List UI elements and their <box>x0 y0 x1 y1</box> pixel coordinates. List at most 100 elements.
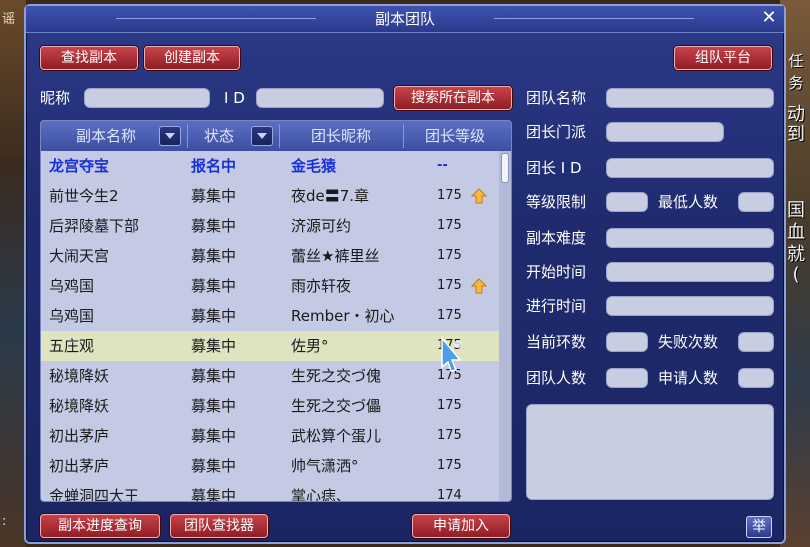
table-row[interactable]: 后羿陵墓下部 募集中 济源可约 175 <box>41 211 499 241</box>
cell-leader-name: 生死之交づ儡 <box>291 397 382 415</box>
chevron-down-icon[interactable] <box>159 126 181 146</box>
cell-leader-level: -- <box>437 158 448 173</box>
window-title-bar[interactable]: 副本团队 <box>26 6 784 33</box>
cell-dungeon-name: 乌鸡国 <box>49 307 95 325</box>
column-divider <box>279 124 280 148</box>
cell-dungeon-name: 前世今生2 <box>49 187 119 205</box>
id-input[interactable] <box>256 88 384 108</box>
apply-join-button[interactable]: 申请加入 <box>412 514 510 538</box>
cell-leader-name: 济源可约 <box>291 217 352 235</box>
cell-status: 募集中 <box>191 277 237 295</box>
cell-leader-name: 帅气潇洒° <box>291 457 359 475</box>
cell-leader-name: Rember・初心 <box>291 307 395 325</box>
column-divider <box>187 124 188 148</box>
fail-count-label: 失败次数 <box>658 333 719 351</box>
column-header-leader-name: 团长昵称 <box>310 127 371 145</box>
cell-status: 募集中 <box>191 457 237 475</box>
min-members-label: 最低人数 <box>658 193 719 211</box>
list-rows: 龙宫夺宝 报名中 金毛猿 -- 前世今生2 募集中 夜de〓7.章 175 后羿陵墓下部 募集中济… <box>41 151 499 502</box>
leader-id-label: 团长 I D <box>526 159 582 177</box>
table-row[interactable]: 龙宫夺宝 报名中 金毛猿 -- <box>41 151 499 181</box>
cell-leader-level: 174 <box>437 488 462 502</box>
team-size-field <box>606 368 648 388</box>
level-up-arrow-icon <box>471 278 487 294</box>
difficulty-label: 副本难度 <box>526 229 587 247</box>
table-row[interactable]: 秘境降妖 募集中 生死之交づ傀 175 <box>41 361 499 391</box>
window-title: 副本团队 <box>374 10 435 28</box>
current-round-label: 当前环数 <box>526 333 587 351</box>
cell-leader-name: 雨亦轩夜 <box>291 277 352 295</box>
cell-dungeon-name: 大闹天宫 <box>49 247 110 265</box>
mouse-cursor-icon <box>441 336 462 372</box>
cell-status: 募集中 <box>191 367 237 385</box>
team-platform-button[interactable]: 组队平台 <box>674 46 772 70</box>
table-row[interactable]: 前世今生2 募集中 夜de〓7.章 175 <box>41 181 499 211</box>
nickname-label: 昵称 <box>40 89 71 107</box>
nickname-input[interactable] <box>84 88 210 108</box>
create-dungeon-button[interactable]: 创建副本 <box>144 46 240 70</box>
cell-leader-level: 175 <box>437 218 462 233</box>
cell-leader-level: 175 <box>437 428 462 443</box>
background-left <box>0 0 26 547</box>
list-scrollbar[interactable] <box>499 151 511 501</box>
cell-status: 报名中 <box>191 157 237 175</box>
dungeon-list: 副本名称 状态 团长昵称 团长等级 龙宫夺宝 报名中 金毛猿 -- 前世今生2 募集中 夜d… <box>40 120 512 502</box>
column-divider <box>403 124 404 148</box>
cell-leader-name: 掌心痣、 <box>291 487 352 502</box>
cell-status: 募集中 <box>191 397 237 415</box>
background-right-text: 就 <box>787 244 805 265</box>
cell-leader-level: 175 <box>437 308 462 323</box>
close-icon[interactable]: ✕ <box>760 9 778 27</box>
title-decoration-right <box>494 18 694 19</box>
elapsed-time-field <box>606 296 774 316</box>
cell-leader-name: 蕾丝★裤里丝 <box>291 247 380 265</box>
table-row[interactable]: 乌鸡国 募集中 Rember・初心 175 <box>41 301 499 331</box>
chevron-down-icon[interactable] <box>251 126 273 146</box>
team-name-field <box>606 88 774 108</box>
background-right-text: 任务 <box>788 52 804 92</box>
scroll-thumb[interactable] <box>501 153 509 183</box>
report-button[interactable]: 举 <box>746 516 772 538</box>
start-time-label: 开始时间 <box>526 263 587 281</box>
dungeon-team-window: 副本团队 ✕ 查找副本 创建副本 组队平台 昵称 I D 搜索所在副本 副本名称… <box>24 4 786 544</box>
table-row[interactable]: 秘境降妖 募集中 生死之交づ儡 175 <box>41 391 499 421</box>
leader-school-field <box>606 122 724 142</box>
cell-dungeon-name: 初出茅庐 <box>49 427 110 445</box>
cell-leader-name: 生死之交づ傀 <box>291 367 382 385</box>
table-row[interactable]: 金蝉洞四大王 募集中 掌心痣、 174 <box>41 481 499 502</box>
cell-dungeon-name: 初出茅庐 <box>49 457 110 475</box>
progress-query-button[interactable]: 副本进度查询 <box>40 514 160 538</box>
background-right-text: 动 <box>787 104 805 125</box>
elapsed-time-label: 进行时间 <box>526 297 587 315</box>
cell-status: 募集中 <box>191 337 237 355</box>
background-right-text: 到 <box>787 124 805 145</box>
list-header: 副本名称 状态 团长昵称 团长等级 <box>41 121 511 151</box>
table-row[interactable]: 大闹天宫 募集中 蕾丝★裤里丝 175 <box>41 241 499 271</box>
column-header-status: 状态 <box>203 127 234 145</box>
level-up-arrow-icon <box>471 188 487 204</box>
find-dungeon-button[interactable]: 查找副本 <box>40 46 138 70</box>
cell-leader-level: 175 <box>437 398 462 413</box>
cell-leader-name: 金毛猿 <box>291 157 337 175</box>
cell-status: 募集中 <box>191 217 237 235</box>
table-row[interactable]: 初出茅庐 募集中 帅气潇洒° 175 <box>41 451 499 481</box>
cell-dungeon-name: 龙宫夺宝 <box>49 157 110 175</box>
level-limit-label: 等级限制 <box>526 193 587 211</box>
cell-dungeon-name: 后羿陵墓下部 <box>49 217 140 235</box>
team-size-label: 团队人数 <box>526 369 587 387</box>
team-finder-button[interactable]: 团队查找器 <box>170 514 268 538</box>
applicants-label: 申请人数 <box>658 369 719 387</box>
difficulty-field <box>606 228 774 248</box>
id-label: I D <box>224 89 245 107</box>
cell-status: 募集中 <box>191 247 237 265</box>
search-dungeon-button[interactable]: 搜索所在副本 <box>394 86 512 110</box>
cell-dungeon-name: 五庄观 <box>49 337 95 355</box>
cell-dungeon-name: 秘境降妖 <box>49 367 110 385</box>
leader-id-field <box>606 158 774 178</box>
background-right-text: 国 <box>787 200 805 221</box>
table-row[interactable]: 五庄观 募集中 佐男° 175 <box>41 331 499 361</box>
background-right-text: 血 <box>787 222 805 243</box>
cell-leader-name: 武松算个蛋儿 <box>291 427 382 445</box>
table-row[interactable]: 乌鸡国 募集中 雨亦轩夜 175 <box>41 271 499 301</box>
table-row[interactable]: 初出茅庐 募集中 武松算个蛋儿 175 <box>41 421 499 451</box>
